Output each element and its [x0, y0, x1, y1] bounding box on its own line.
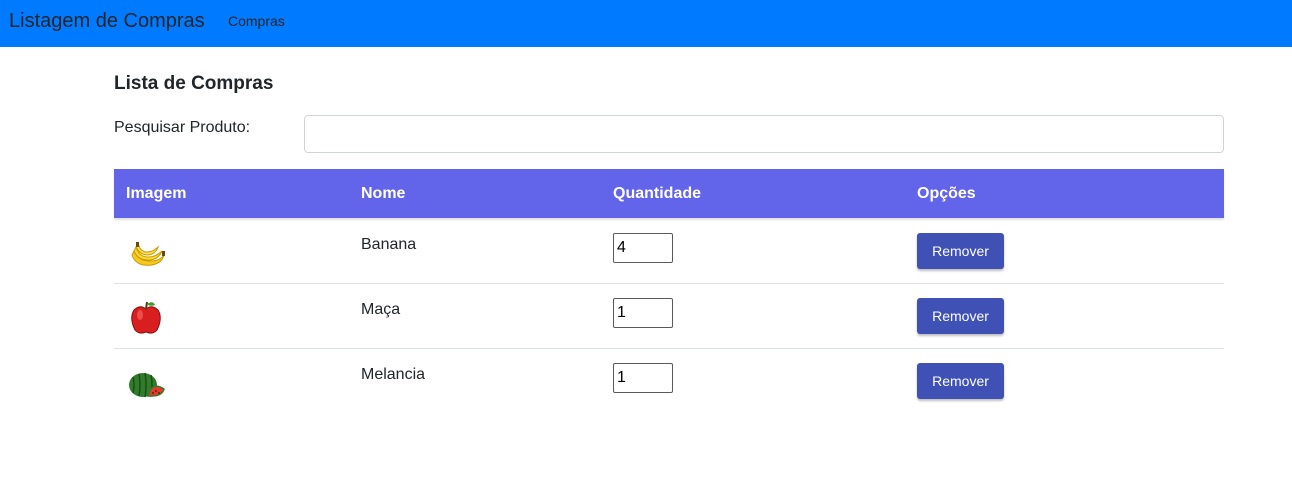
column-header-quantidade: Quantidade: [613, 185, 702, 202]
banana-icon: [131, 241, 165, 266]
table-header: Imagem Nome Quantidade Opções: [114, 169, 1224, 218]
remove-button[interactable]: Remover: [917, 298, 1004, 334]
column-header-imagem: Imagem: [126, 185, 187, 202]
top-navbar: Listagem de Compras Compras: [0, 0, 1292, 47]
column-header-nome: Nome: [361, 185, 406, 202]
quantity-input[interactable]: [613, 298, 673, 328]
search-label: Pesquisar Produto:: [114, 119, 251, 136]
product-name: Melancia: [361, 366, 426, 383]
remove-button[interactable]: Remover: [917, 363, 1004, 399]
search-input[interactable]: [304, 115, 1224, 153]
quantity-input[interactable]: [613, 363, 673, 393]
remove-button[interactable]: Remover: [917, 233, 1004, 269]
navbar-brand[interactable]: Listagem de Compras: [9, 9, 205, 33]
table-row: Melancia Remover: [114, 349, 1224, 414]
column-header-opcoes: Opções: [917, 185, 976, 202]
table-row: Banana Remover: [114, 219, 1224, 284]
product-name: Banana: [361, 236, 417, 253]
watermelon-icon: [129, 372, 165, 398]
apple-icon: [131, 301, 161, 334]
product-name: Maça: [361, 301, 401, 318]
table-row: Maça Remover: [114, 284, 1224, 349]
quantity-input[interactable]: [613, 233, 673, 263]
nav-link-compras[interactable]: Compras: [228, 13, 285, 30]
page-title: Lista de Compras: [114, 73, 274, 94]
